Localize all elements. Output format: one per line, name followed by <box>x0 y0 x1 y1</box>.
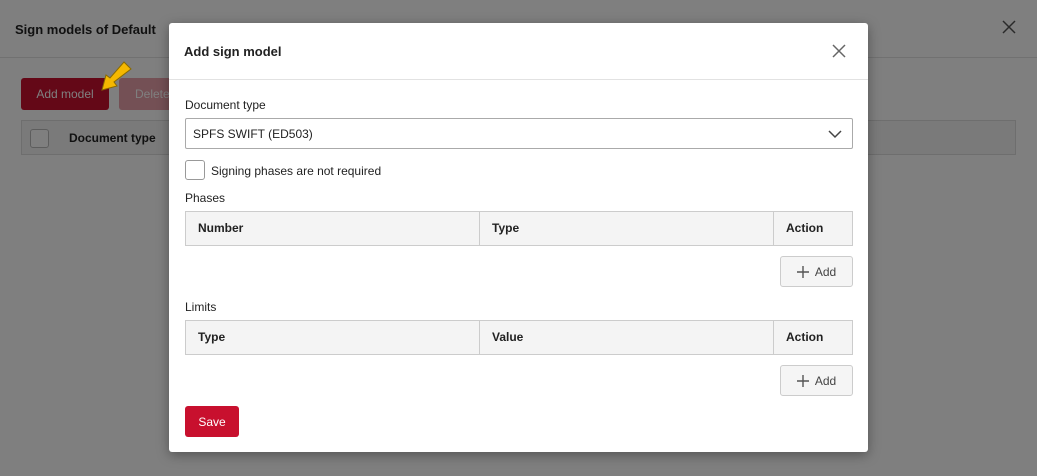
column-header-type: Type <box>198 330 226 344</box>
pointer-arrow-icon <box>101 61 132 91</box>
column-header-value: Value <box>492 330 524 344</box>
plus-icon <box>796 265 809 278</box>
column-header-action: Action <box>786 330 824 344</box>
close-icon[interactable] <box>831 43 847 59</box>
column-header-number: Number <box>198 221 244 235</box>
plus-icon <box>796 374 809 387</box>
add-sign-model-modal: Add sign model Document type SPFS SWIFT … <box>169 23 868 452</box>
signing-not-required-label: Signing phases are not required <box>211 164 382 178</box>
limits-label: Limits <box>185 300 217 314</box>
modal-title: Add sign model <box>184 44 282 59</box>
add-phase-button[interactable]: Add <box>780 256 853 287</box>
add-limit-button[interactable]: Add <box>780 365 853 396</box>
limits-table-header: Type Value Action <box>185 320 853 355</box>
chevron-down-icon <box>828 130 842 139</box>
document-type-select[interactable]: SPFS SWIFT (ED503) <box>185 118 853 149</box>
phases-table-header: Number Type Action <box>185 211 853 246</box>
add-limit-label: Add <box>814 373 837 388</box>
document-type-value: SPFS SWIFT (ED503) <box>193 127 313 141</box>
column-header-type: Type <box>492 221 520 235</box>
modal-header: Add sign model <box>169 23 868 80</box>
save-button[interactable]: Save <box>185 406 239 437</box>
document-type-label: Document type <box>185 98 266 112</box>
column-header-action: Action <box>786 221 824 235</box>
phases-label: Phases <box>185 191 226 205</box>
add-phase-label: Add <box>814 264 837 279</box>
signing-not-required-checkbox[interactable] <box>185 160 205 180</box>
